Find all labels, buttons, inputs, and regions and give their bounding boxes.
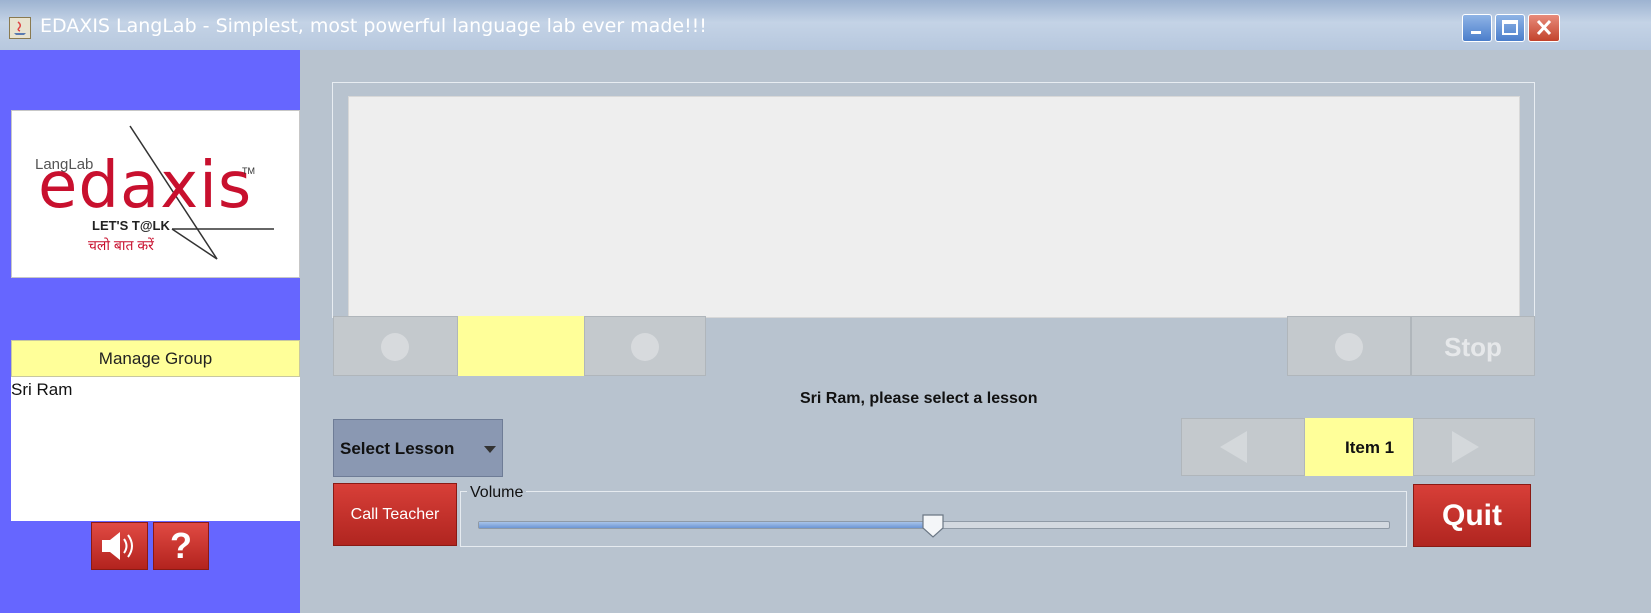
record-icon (381, 333, 409, 361)
title-bar[interactable]: EDAXIS LangLab - Simplest, most powerful… (0, 0, 1651, 50)
logo-main-text: edaxis (38, 149, 253, 223)
record-button[interactable] (333, 316, 458, 376)
logo-tagline: LET'S T@LK (92, 218, 170, 233)
maximize-button[interactable] (1495, 14, 1525, 42)
edaxis-logo: LangLab edaxis TM LET'S T@LK चलो बात करे… (11, 110, 300, 278)
volume-slider-thumb[interactable] (922, 514, 944, 538)
close-icon (1536, 19, 1552, 36)
recording-indicator (458, 316, 584, 376)
user-list-item[interactable]: Sri Ram (11, 377, 300, 403)
play-lesson-icon (1335, 333, 1363, 361)
window-title: EDAXIS LangLab - Simplest, most powerful… (40, 15, 707, 37)
volume-label: Volume (467, 484, 527, 502)
user-list: Sri Ram (11, 377, 300, 521)
minimize-button[interactable] (1462, 14, 1492, 42)
speaker-icon (102, 532, 133, 560)
stop-button[interactable]: Stop (1411, 316, 1535, 376)
next-item-button[interactable] (1413, 418, 1535, 476)
status-message: Sri Ram, please select a lesson (800, 390, 1038, 407)
quit-button[interactable]: Quit (1413, 484, 1531, 547)
java-app-icon (9, 17, 31, 39)
play-icon (631, 333, 659, 361)
play-lesson-button[interactable] (1287, 316, 1411, 376)
manage-group-button[interactable]: Manage Group (11, 340, 300, 377)
arrow-right-icon (1452, 431, 1479, 463)
speaker-button[interactable] (91, 522, 148, 570)
logo-trademark: TM (242, 166, 255, 176)
previous-item-button[interactable] (1181, 418, 1305, 476)
maximize-icon (1502, 20, 1518, 35)
minimize-icon (1471, 31, 1481, 34)
lesson-display-area (348, 96, 1520, 318)
lesson-select-label: Select Lesson (340, 439, 455, 458)
chevron-down-icon[interactable] (476, 420, 504, 476)
volume-slider-fill (479, 522, 934, 528)
logo-hindi-tagline: चलो बात करें (88, 237, 154, 253)
call-teacher-button[interactable]: Call Teacher (333, 483, 457, 546)
help-button[interactable]: ? (153, 522, 209, 570)
play-recording-button[interactable] (584, 316, 706, 376)
close-button[interactable] (1528, 14, 1560, 42)
item-label: Item 1 (1345, 438, 1395, 457)
lesson-select[interactable]: Select Lesson (333, 419, 503, 477)
arrow-left-icon (1220, 431, 1247, 463)
item-indicator: Item 1 (1305, 418, 1413, 476)
